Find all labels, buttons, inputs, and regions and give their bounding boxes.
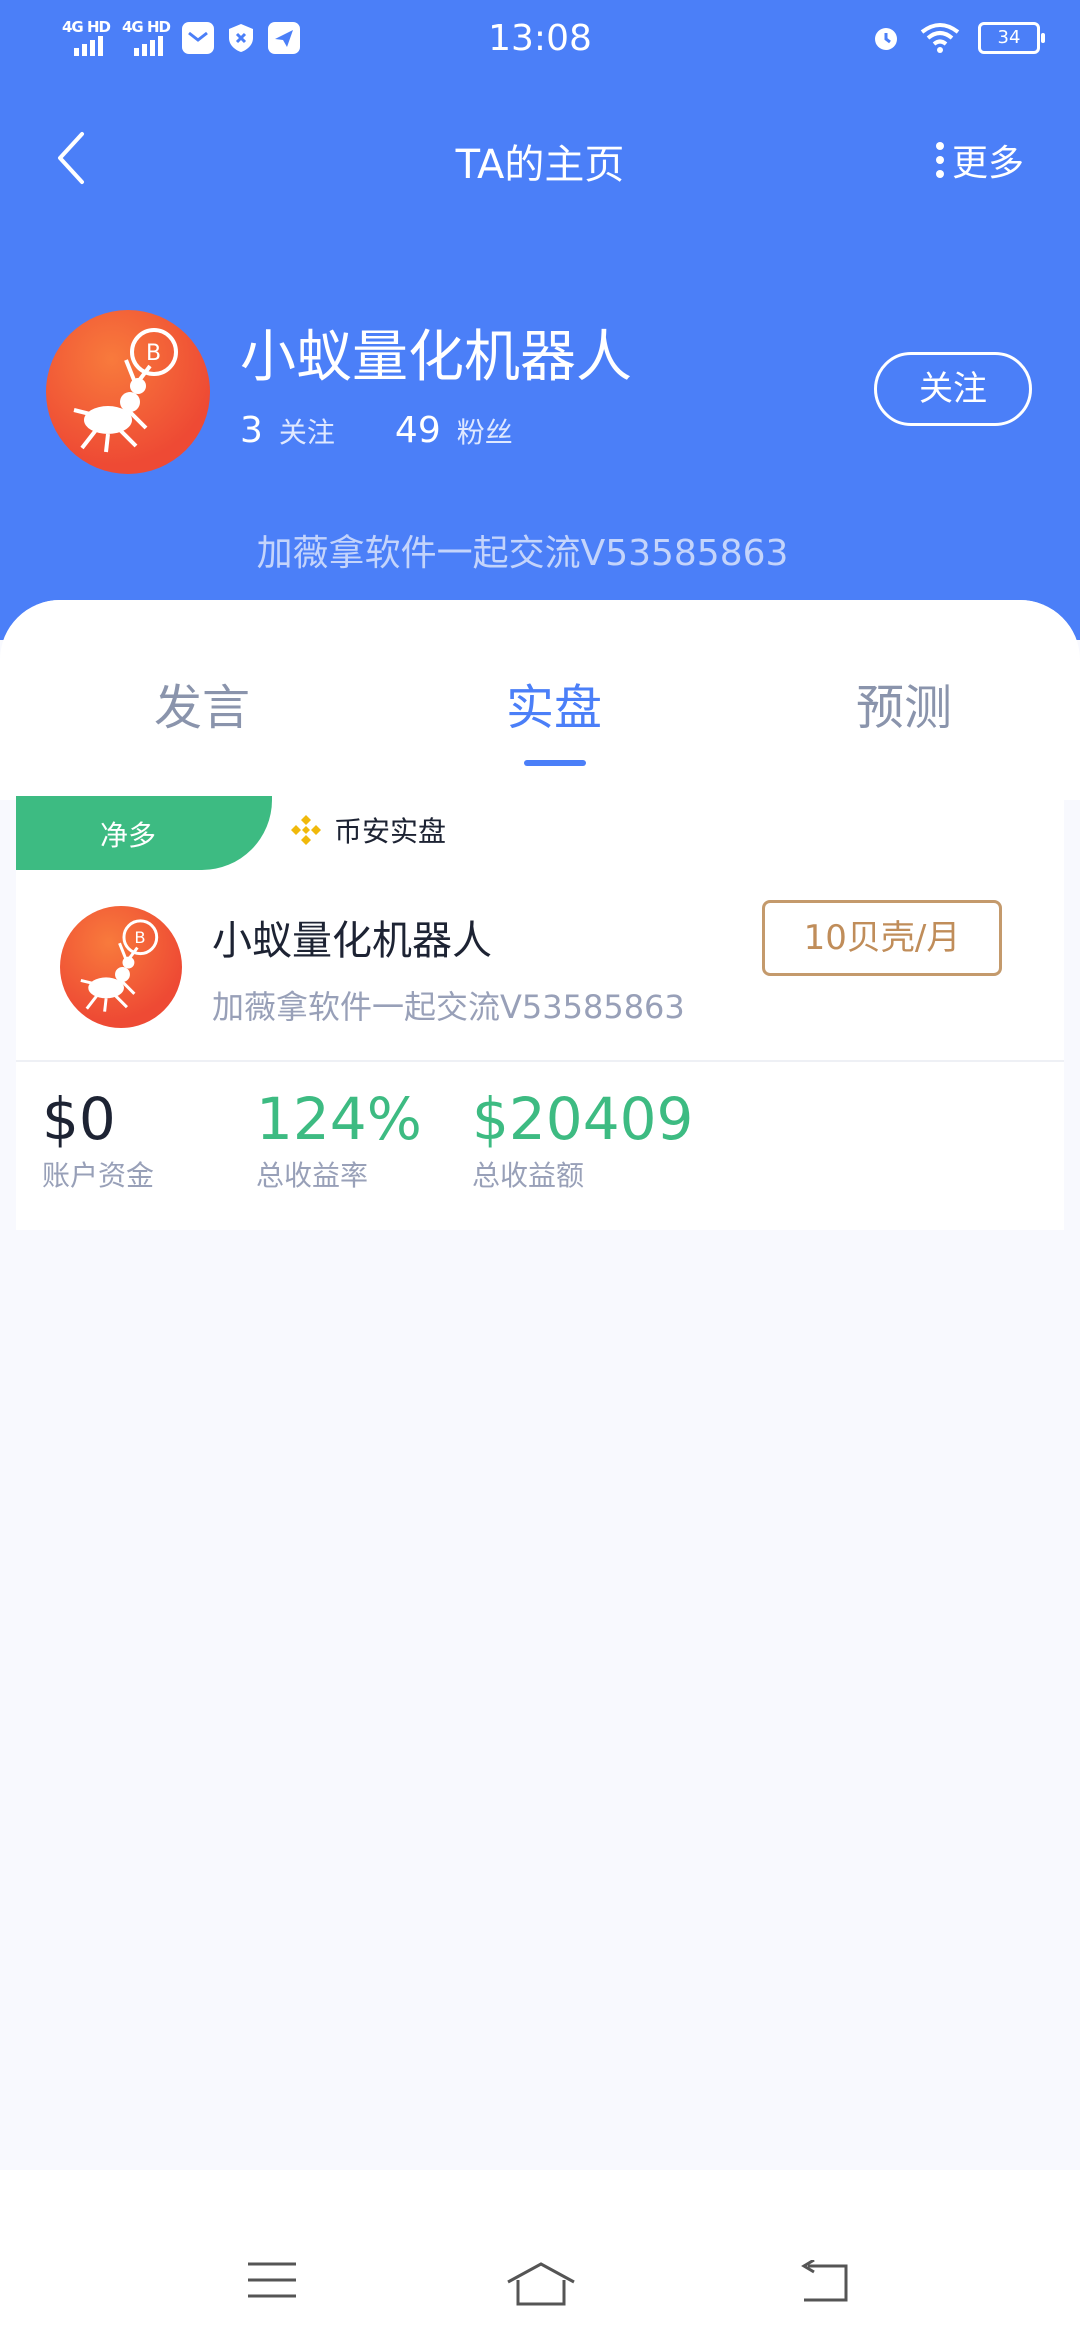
divider	[16, 1060, 1064, 1062]
back-nav-button[interactable]	[796, 2258, 852, 2308]
exchange-tag: 币安实盘	[288, 810, 446, 850]
content-sheet: 发言 实盘 预测 净多 币安实盘 B 小蚁量化机器人 加薇拿软件一起交流V535…	[0, 600, 1080, 2170]
direction-label: 净多	[100, 819, 157, 852]
header: 4G HD 4G HD 13:08 34 TA的主页 更多 B 小蚁量化机器人 …	[0, 0, 1080, 640]
metric-label: 总收益率	[256, 1159, 369, 1192]
svg-text:B: B	[146, 341, 161, 366]
metric-value: $20409	[472, 1085, 694, 1153]
wifi-icon	[920, 23, 960, 53]
home-button[interactable]	[506, 2260, 576, 2312]
active-tab-indicator	[524, 760, 586, 766]
metric-value: 124%	[256, 1085, 422, 1153]
avatar[interactable]: B	[46, 310, 210, 474]
metric-total-return-amount: $20409 总收益额	[472, 1086, 693, 1194]
svg-text:B: B	[134, 928, 145, 947]
trading-card[interactable]: 净多 币安实盘 B 小蚁量化机器人 加薇拿软件一起交流V53585863 10贝…	[16, 796, 1064, 1230]
following-label[interactable]: 关注	[279, 411, 335, 451]
battery-icon: 34	[978, 22, 1045, 54]
followers-count[interactable]: 49	[395, 410, 441, 451]
metric-label: 账户资金	[42, 1159, 155, 1192]
exchange-label: 币安实盘	[334, 815, 447, 848]
metric-account-funds: $0 账户资金	[42, 1086, 154, 1194]
card-avatar: B	[60, 906, 182, 1028]
card-bio: 加薇拿软件一起交流V53585863	[212, 988, 685, 1026]
status-bar: 4G HD 4G HD 13:08 34	[0, 0, 1080, 90]
system-nav-bar	[0, 2170, 1080, 2340]
home-icon	[507, 2262, 575, 2306]
menu-icon	[248, 2262, 296, 2298]
tab-predictions[interactable]: 预测	[856, 668, 952, 738]
tab-live-trading[interactable]: 实盘	[506, 668, 602, 738]
alarm-icon	[875, 28, 897, 50]
profile-bio: 加薇拿软件一起交流V53585863	[256, 533, 789, 574]
tab-posts[interactable]: 发言	[154, 668, 250, 738]
metric-value: $0	[42, 1085, 116, 1153]
metric-total-return-rate: 124% 总收益率	[256, 1086, 422, 1194]
subscribe-price-button[interactable]: 10贝壳/月	[762, 900, 1002, 976]
direction-badge: 净多	[16, 796, 272, 870]
metric-label: 总收益额	[472, 1159, 585, 1192]
menu-button[interactable]	[246, 2260, 298, 2304]
return-icon	[801, 2258, 848, 2302]
following-count[interactable]: 3	[240, 410, 263, 451]
profile-name: 小蚁量化机器人	[240, 325, 632, 390]
more-label: 更多	[951, 143, 1024, 184]
tab-bar: 发言 实盘 预测	[0, 600, 1080, 800]
more-icon	[935, 142, 944, 178]
card-name: 小蚁量化机器人	[212, 918, 492, 964]
followers-label[interactable]: 粉丝	[457, 411, 513, 451]
more-button[interactable]: 更多	[935, 134, 1024, 186]
follow-button[interactable]: 关注	[874, 352, 1032, 426]
page-title: TA的主页	[455, 142, 625, 188]
profile-stats: 3 关注 49 粉丝	[240, 410, 513, 451]
binance-icon	[291, 815, 321, 845]
